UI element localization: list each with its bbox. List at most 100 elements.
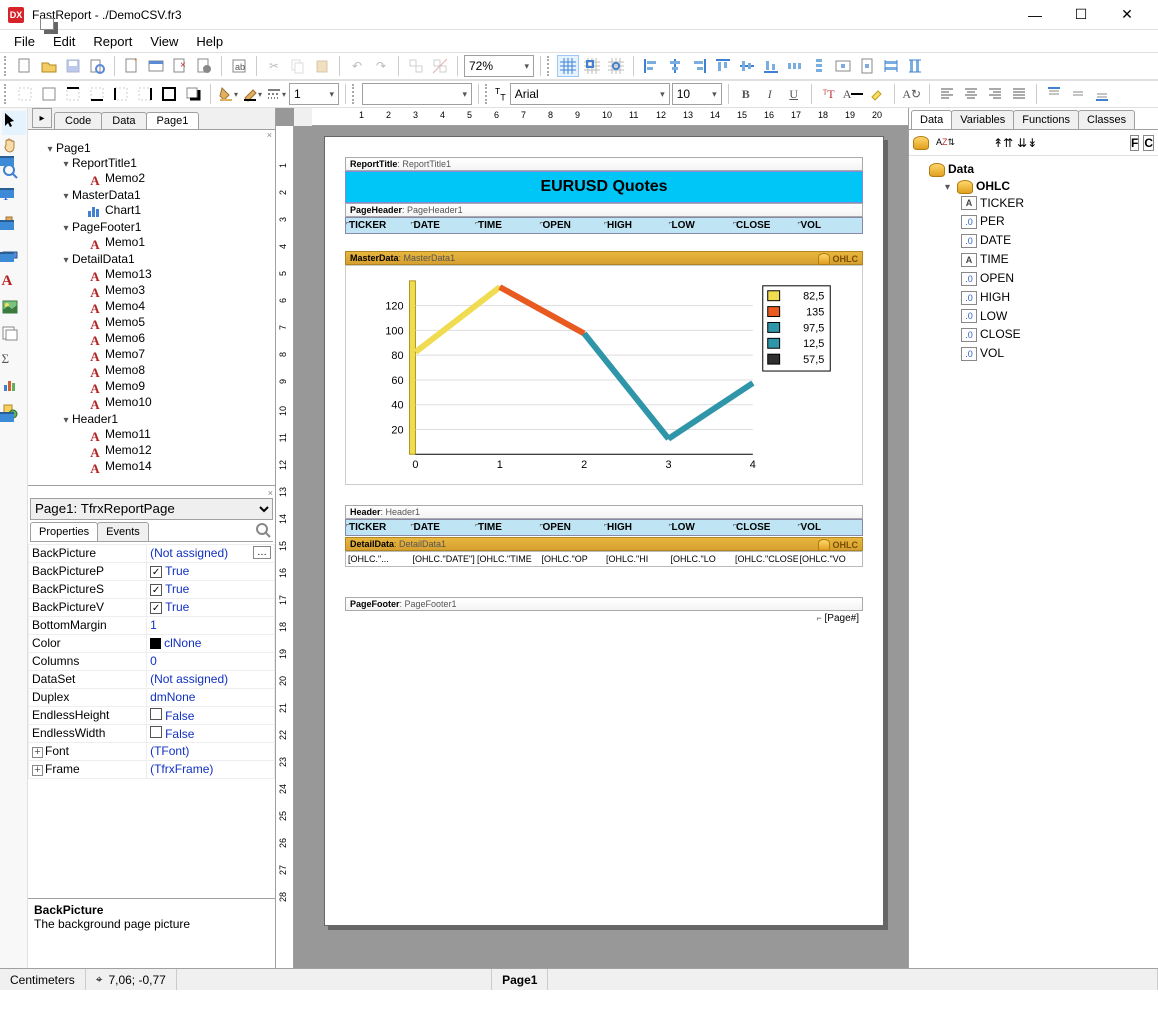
frame-all-button[interactable] [38, 83, 60, 105]
data-field-f-button[interactable]: F [1130, 135, 1139, 151]
tree-node[interactable]: Memo3 [105, 283, 145, 297]
frame-color-button[interactable]: ▾ [241, 83, 263, 105]
data-field[interactable]: HIGH [980, 290, 1010, 304]
tree-node[interactable]: Memo9 [105, 379, 145, 393]
header-row[interactable]: ⌐TICKER⌐DATE⌐TIME⌐OPEN⌐HIGH⌐LOW⌐CLOSE⌐VO… [345, 519, 863, 536]
fit-grid-button[interactable] [605, 55, 627, 77]
header-cell[interactable]: ⌐OPEN [540, 520, 605, 535]
detail-cell[interactable]: [OHLC."LO [669, 552, 734, 566]
prop-name[interactable]: +Frame [29, 760, 147, 778]
detail-cell[interactable]: [OHLC."CLOSE [733, 552, 798, 566]
center-h-page-button[interactable] [832, 55, 854, 77]
italic-button[interactable]: I [759, 83, 781, 105]
align-text-bottom-button[interactable] [1091, 83, 1113, 105]
align-left-button[interactable] [640, 55, 662, 77]
prop-name[interactable]: Columns [29, 652, 147, 670]
prop-value[interactable]: 0 [147, 652, 275, 670]
data-field[interactable]: PER [980, 214, 1005, 228]
data-collapse-button[interactable]: ↟⇈ [993, 136, 1013, 150]
minimize-button[interactable]: — [1012, 0, 1058, 30]
page-header-row[interactable]: ⌐TICKER⌐DATE⌐TIME⌐OPEN⌐HIGH⌐LOW⌐CLOSE⌐VO… [345, 217, 863, 234]
prop-name[interactable]: BottomMargin [29, 616, 147, 634]
tab-properties[interactable]: Properties [30, 522, 98, 541]
chart-tool[interactable] [2, 377, 26, 401]
prop-value[interactable]: False [147, 724, 275, 742]
prop-name[interactable]: Duplex [29, 688, 147, 706]
tree-node[interactable]: Memo7 [105, 347, 145, 361]
group-button[interactable] [405, 55, 427, 77]
header-cell[interactable]: ⌐DATE [411, 520, 476, 535]
cut-button[interactable]: ✂ [263, 55, 285, 77]
variables-button[interactable]: ab [228, 55, 250, 77]
prop-value[interactable]: dmNone [147, 688, 275, 706]
prop-value[interactable]: ✓True [147, 562, 275, 580]
header-cell[interactable]: ⌐CLOSE [733, 218, 798, 233]
preview-button[interactable] [86, 55, 108, 77]
frame-shadow-button[interactable] [182, 83, 204, 105]
band-label-masterdata[interactable]: MasterData: MasterData1 OHLC [345, 251, 863, 265]
frame-outer-button[interactable] [158, 83, 180, 105]
header-cell[interactable]: ⌐TICKER [346, 520, 411, 535]
prop-name[interactable]: BackPictureS [29, 580, 147, 598]
tree-node[interactable]: Memo10 [105, 395, 152, 409]
tab-data-panel[interactable]: Data [911, 110, 952, 129]
frame-top-button[interactable] [62, 83, 84, 105]
tree-node[interactable]: DetailData1 [72, 252, 135, 266]
text-rotate-button[interactable]: A↻ [901, 83, 923, 105]
space-v-button[interactable] [808, 55, 830, 77]
chart-object[interactable]: 204060801001200123482,513597,512,557,5 [345, 265, 863, 485]
memo-tool[interactable]: A [2, 273, 26, 297]
header-cell[interactable]: ⌐CLOSE [733, 520, 798, 535]
prop-value[interactable]: 1 [147, 616, 275, 634]
snap-grid-button[interactable] [581, 55, 603, 77]
prop-name[interactable]: Color [29, 634, 147, 652]
align-text-center-button[interactable] [960, 83, 982, 105]
menu-report[interactable]: Report [85, 32, 140, 51]
delete-page-button[interactable]: × [169, 55, 191, 77]
header-cell[interactable]: ⌐TIME [475, 218, 540, 233]
data-field[interactable]: TIME [980, 252, 1009, 266]
paste-button[interactable] [311, 55, 333, 77]
tree-node[interactable]: Memo2 [105, 171, 145, 185]
data-field[interactable]: LOW [980, 309, 1007, 323]
tree-node-page1[interactable]: Page1 [56, 141, 91, 155]
header-cell[interactable]: ⌐TIME [475, 520, 540, 535]
detail-cell[interactable]: [OHLC."DATE"] [411, 552, 476, 566]
prop-name[interactable]: +Font [29, 742, 147, 760]
data-field[interactable]: OPEN [980, 271, 1014, 285]
align-top-button[interactable] [712, 55, 734, 77]
same-height-button[interactable] [904, 55, 926, 77]
tree-node[interactable]: PageFooter1 [72, 220, 141, 234]
detail-cell[interactable]: [OHLC."OP [540, 552, 605, 566]
header-cell[interactable]: ⌐DATE [411, 218, 476, 233]
tab-variables-panel[interactable]: Variables [951, 110, 1014, 129]
dataset-ohlc[interactable]: OHLC [976, 179, 1010, 193]
detail-cell[interactable]: [OHLC."HI [604, 552, 669, 566]
tab-code[interactable]: Code [54, 112, 102, 129]
open-button[interactable] [38, 55, 60, 77]
font-size-combo[interactable]: 10▾ [672, 83, 722, 105]
show-grid-button[interactable] [557, 55, 579, 77]
band-label-detaildata[interactable]: DetailData: DetailData1 OHLC [345, 537, 863, 551]
align-middle-v-button[interactable] [736, 55, 758, 77]
data-field[interactable]: TICKER [980, 196, 1024, 210]
menu-edit[interactable]: Edit [45, 32, 83, 51]
data-expand-button[interactable]: ⇊↡ [1017, 136, 1037, 150]
header-cell[interactable]: ⌐HIGH [604, 520, 669, 535]
tab-functions-panel[interactable]: Functions [1013, 110, 1079, 129]
font-name-combo[interactable]: Arial▾ [510, 83, 670, 105]
data-sort-az-button[interactable]: AZ⇅ [936, 137, 955, 148]
prop-name[interactable]: BackPictureV [29, 598, 147, 616]
prop-name[interactable]: EndlessHeight [29, 706, 147, 724]
picture-tool[interactable] [2, 299, 26, 323]
fill-color-button[interactable]: ▾ [217, 83, 239, 105]
align-right-button[interactable] [688, 55, 710, 77]
design-page[interactable]: ReportTitle: ReportTitle1 EURUSD Quotes … [324, 136, 884, 926]
tree-node[interactable]: Memo12 [105, 443, 152, 457]
align-text-middle-button[interactable] [1067, 83, 1089, 105]
data-field[interactable]: DATE [980, 233, 1011, 247]
prop-value[interactable]: (TfrxFrame) [147, 760, 275, 778]
tree-node[interactable]: Memo14 [105, 459, 152, 473]
align-text-top-button[interactable] [1043, 83, 1065, 105]
prop-name[interactable]: BackPicture [29, 544, 147, 562]
